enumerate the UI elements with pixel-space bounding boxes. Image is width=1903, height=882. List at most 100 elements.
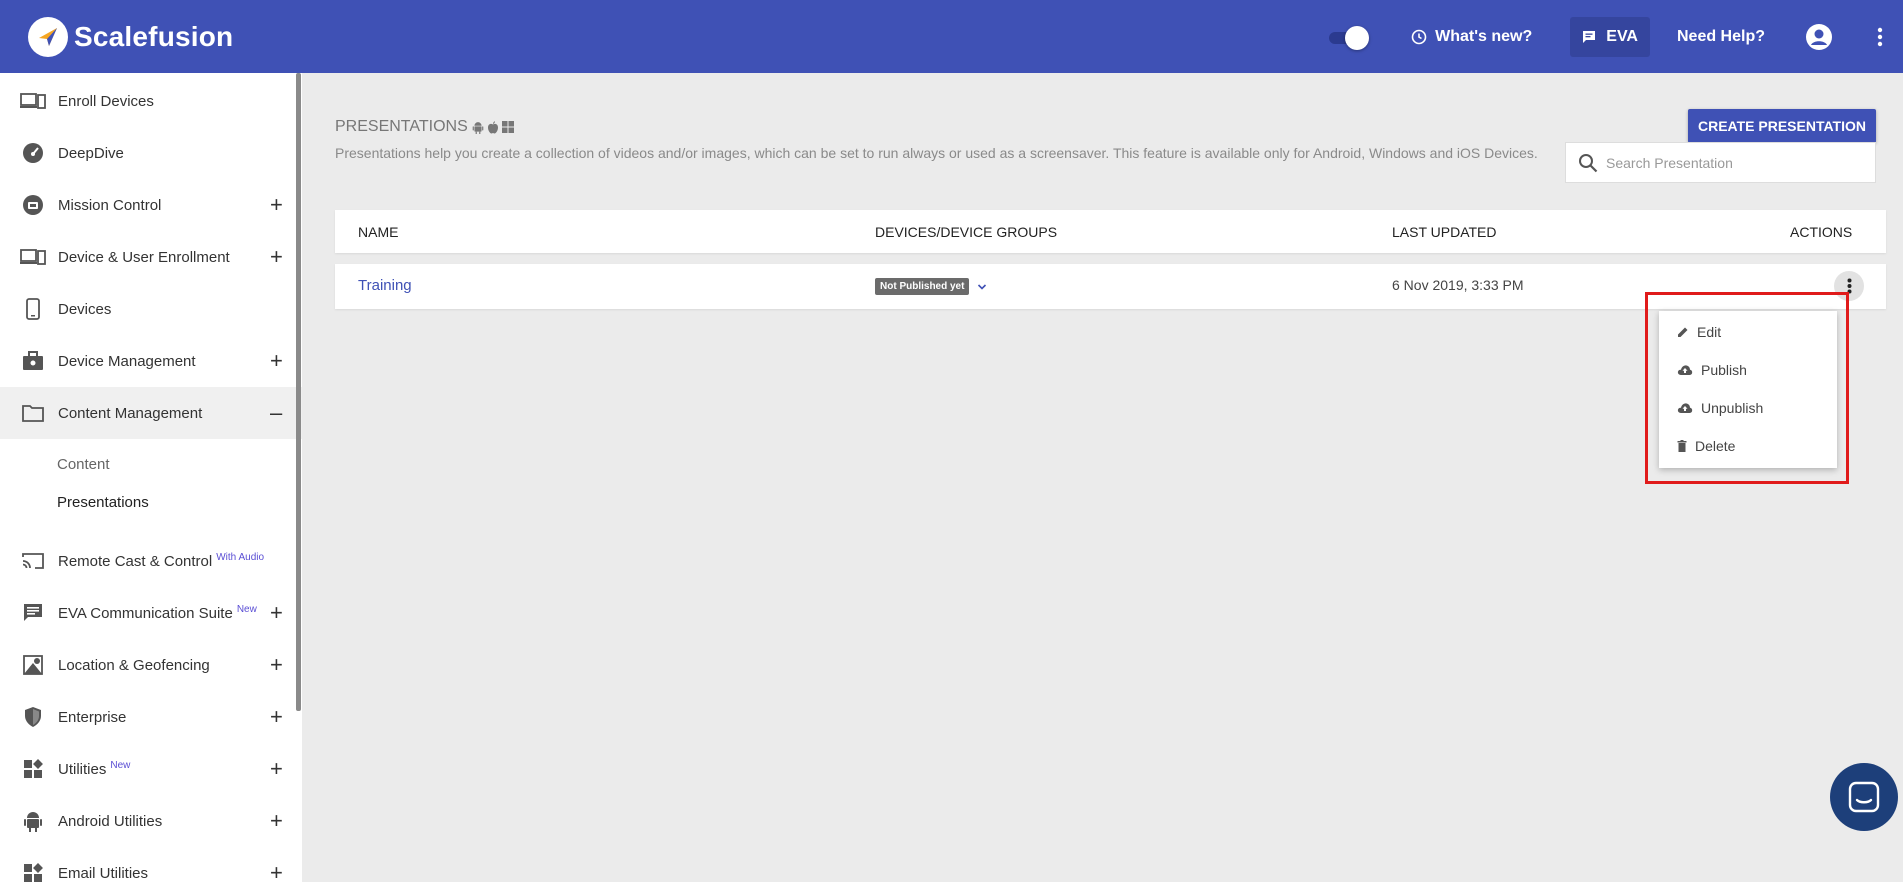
android-icon — [20, 809, 46, 833]
sidebar-item-label: DeepDive — [58, 144, 124, 162]
widgets-icon — [20, 757, 46, 781]
message-icon — [1583, 30, 1596, 43]
expand-icon[interactable]: + — [270, 602, 283, 624]
sidebar: Enroll Devices DeepDive Mission Control … — [0, 73, 302, 882]
presentation-name-link[interactable]: Training — [358, 277, 412, 294]
expand-icon[interactable]: + — [270, 862, 283, 882]
sidebar-item-label: Enroll Devices — [58, 92, 154, 110]
table-header: NAME DEVICES/DEVICE GROUPS LAST UPDATED … — [335, 210, 1886, 253]
menu-item-delete[interactable]: Delete — [1659, 427, 1837, 465]
menu-item-label: Edit — [1697, 324, 1722, 340]
expand-icon[interactable]: + — [270, 350, 283, 372]
eva-button[interactable]: EVA — [1570, 16, 1650, 57]
sidebar-item-content-management[interactable]: Content Management – — [0, 387, 302, 439]
expand-icon[interactable]: + — [270, 810, 283, 832]
sidebar-item-label: Android Utilities — [58, 812, 163, 830]
sidebar-subitem-presentations[interactable]: Presentations — [0, 483, 302, 521]
last-updated-value: 6 Nov 2019, 3:33 PM — [1392, 277, 1524, 293]
menu-item-label: Unpublish — [1701, 400, 1764, 416]
windows-icon — [501, 120, 514, 134]
menu-item-label: Delete — [1695, 438, 1736, 454]
sidebar-item-label: Mission Control — [58, 196, 162, 214]
theme-toggle[interactable] — [1329, 25, 1373, 50]
whats-new-link[interactable]: What's new? — [1411, 28, 1532, 46]
sidebar-item-label: Location & Geofencing — [58, 656, 210, 674]
menu-item-publish[interactable]: Publish — [1659, 351, 1837, 389]
phone-icon — [20, 297, 46, 321]
menu-item-edit[interactable]: Edit — [1659, 313, 1837, 351]
menu-item-unpublish[interactable]: Unpublish — [1659, 389, 1837, 427]
sidebar-item-location-geofencing[interactable]: Location & Geofencing + — [0, 639, 302, 691]
need-help-link[interactable]: Need Help? — [1677, 28, 1765, 46]
brand[interactable]: Scalefusion — [28, 16, 234, 57]
with-audio-badge: With Audio — [216, 552, 265, 563]
sidebar-item-device-management[interactable]: Device Management + — [0, 335, 302, 387]
sidebar-item-deepdive[interactable]: DeepDive — [0, 127, 302, 179]
actions-menu: Edit Publish Unpublish Delete — [1659, 311, 1837, 468]
search-box — [1565, 142, 1876, 183]
brand-name: Scalefusion — [74, 20, 234, 52]
mission-control-icon — [20, 193, 46, 217]
chat-bubble-icon — [1848, 781, 1880, 813]
scalefusion-logo-icon — [28, 16, 68, 57]
sidebar-item-android-utilities[interactable]: Android Utilities + — [0, 795, 302, 847]
sidebar-item-label: Utilities — [58, 761, 107, 778]
sidebar-item-devices[interactable]: Devices — [0, 283, 302, 335]
expand-icon[interactable]: + — [270, 194, 283, 216]
menu-item-label: Publish — [1701, 362, 1747, 378]
speedometer-icon — [20, 141, 46, 165]
sidebar-item-label: EVA Communication Suite — [58, 605, 233, 622]
sidebar-item-label: Content Management — [58, 404, 203, 422]
search-icon — [1579, 153, 1598, 172]
support-chat-button[interactable] — [1830, 763, 1898, 831]
sidebar-item-label: Remote Cast & Control — [58, 553, 213, 570]
create-presentation-button[interactable]: CREATE PRESENTATION — [1688, 109, 1876, 143]
chevron-down-icon[interactable] — [977, 283, 987, 291]
sidebar-item-utilities[interactable]: Utilities New + — [0, 743, 302, 795]
sidebar-subitem-content[interactable]: Content — [0, 445, 302, 483]
sidebar-item-eva-communication[interactable]: EVA Communication Suite New + — [0, 587, 302, 639]
shield-icon — [20, 705, 46, 729]
column-header-name[interactable]: NAME — [358, 224, 398, 240]
top-bar: Scalefusion What's new? EVA Need Help? — [0, 0, 1903, 73]
pencil-icon — [1678, 327, 1688, 337]
column-header-devices[interactable]: DEVICES/DEVICE GROUPS — [875, 224, 1057, 240]
apple-icon — [487, 120, 499, 134]
sidebar-item-device-user-enrollment[interactable]: Device & User Enrollment + — [0, 231, 302, 283]
new-badge: New — [236, 604, 257, 615]
column-header-actions: ACTIONS — [1790, 224, 1853, 240]
device-enrollment-icon — [20, 245, 46, 269]
sidebar-item-remote-cast[interactable]: Remote Cast & Control With Audio — [0, 535, 302, 587]
page-description: Presentations help you create a collecti… — [335, 145, 1538, 161]
collapse-icon[interactable]: – — [270, 402, 282, 424]
device-status[interactable]: Not Published yet — [875, 278, 987, 295]
sidebar-item-label: Devices — [58, 300, 112, 318]
sidebar-item-label: Enterprise — [58, 708, 127, 726]
expand-icon[interactable]: + — [270, 246, 283, 268]
widgets-icon — [20, 861, 46, 882]
column-header-last-updated[interactable]: LAST UPDATED — [1392, 224, 1497, 240]
sidebar-item-label: Device & User Enrollment — [58, 248, 230, 266]
eva-label: EVA — [1606, 27, 1638, 45]
expand-icon[interactable]: + — [270, 654, 283, 676]
sidebar-item-mission-control[interactable]: Mission Control + — [0, 179, 302, 231]
expand-icon[interactable]: + — [270, 758, 283, 780]
whats-new-label: What's new? — [1435, 27, 1533, 45]
sidebar-item-enterprise[interactable]: Enterprise + — [0, 691, 302, 743]
search-input[interactable] — [1606, 154, 1866, 171]
cloud-upload-icon — [1677, 365, 1693, 375]
page-title-text: PRESENTATIONS — [335, 118, 468, 135]
enroll-devices-icon — [20, 89, 46, 113]
expand-icon[interactable]: + — [270, 706, 283, 728]
page-title: PRESENTATIONS — [335, 118, 517, 136]
more-vert-icon[interactable] — [1877, 27, 1883, 47]
chat-icon — [20, 601, 46, 625]
sidebar-scrollbar[interactable] — [296, 73, 301, 711]
sidebar-item-email-utilities[interactable]: Email Utilities + — [0, 847, 302, 882]
status-badge: Not Published yet — [875, 278, 970, 295]
android-icon — [472, 121, 484, 134]
account-icon[interactable] — [1805, 23, 1833, 51]
sidebar-item-enroll-devices[interactable]: Enroll Devices — [0, 75, 302, 127]
trash-icon — [1677, 440, 1687, 452]
briefcase-icon — [20, 349, 46, 373]
